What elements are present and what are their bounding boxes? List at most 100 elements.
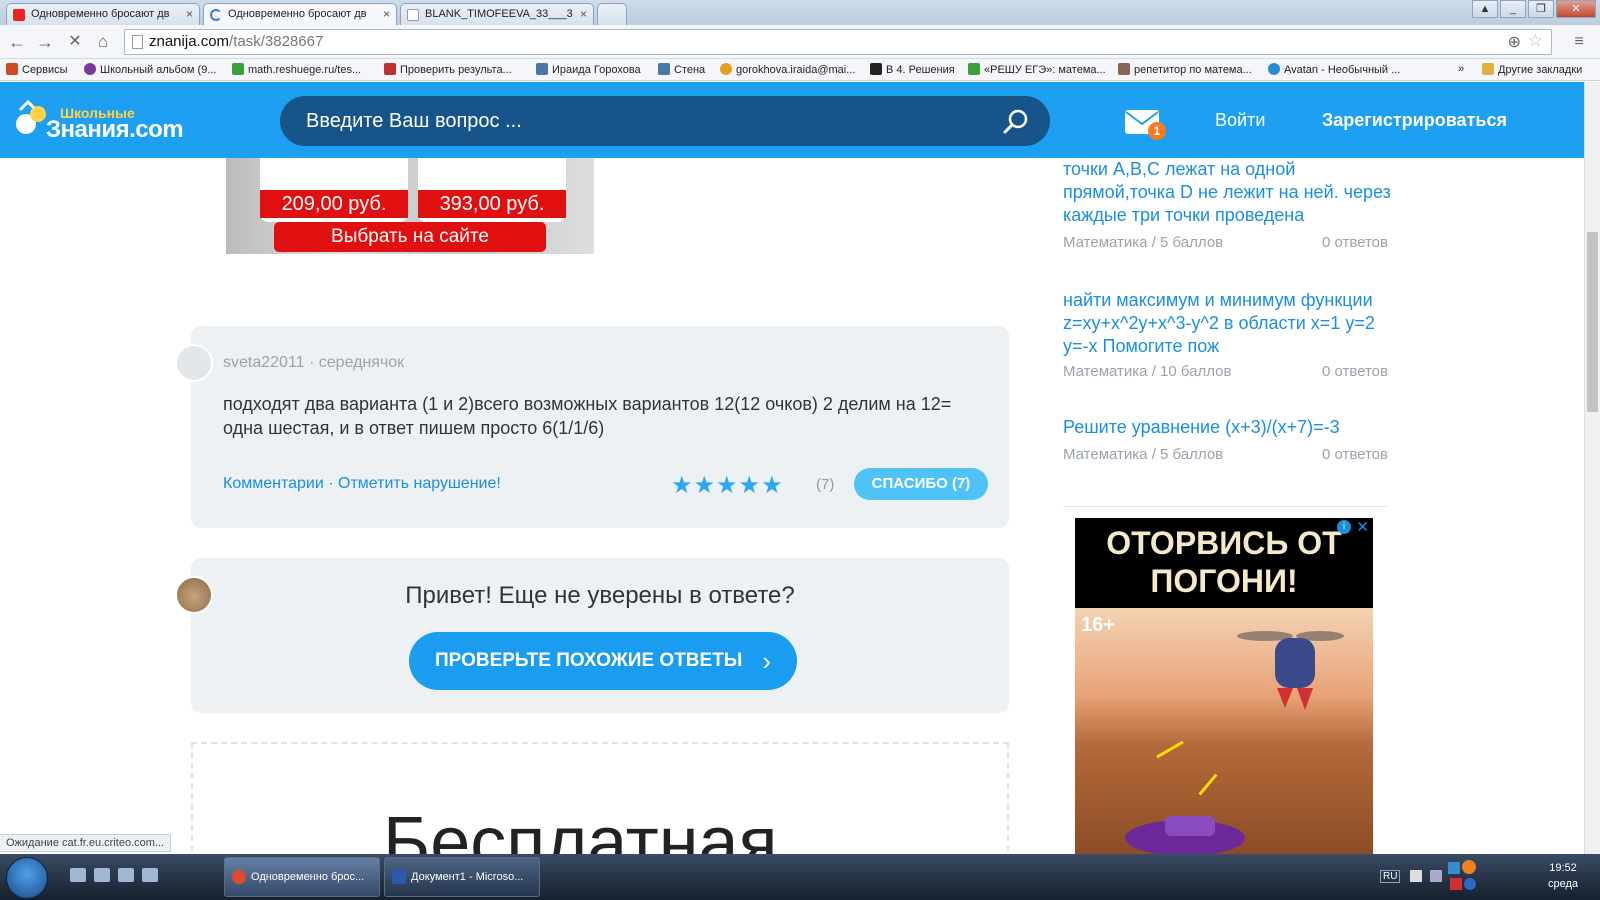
bookmark-item[interactable]: репетитор по матема... bbox=[1118, 63, 1252, 76]
bookmark-item[interactable]: В 4. Решения bbox=[870, 63, 955, 76]
question-link[interactable]: найти максимум и минимум функции z=xy+x^… bbox=[1063, 289, 1393, 358]
bookmark-item[interactable]: «РЕШУ ЕГЭ»: матема... bbox=[968, 63, 1106, 76]
word-icon bbox=[392, 870, 406, 884]
drone-icon bbox=[1237, 631, 1344, 710]
rating-stars-icon[interactable]: ★★★★★ bbox=[671, 471, 784, 499]
start-button[interactable] bbox=[6, 857, 48, 899]
tray-icon[interactable] bbox=[1462, 860, 1476, 874]
page-scrollbar[interactable] bbox=[1584, 82, 1600, 854]
close-icon[interactable]: ✕ bbox=[1356, 518, 1369, 536]
tray-icon[interactable] bbox=[1448, 862, 1460, 874]
maximize-button[interactable]: ❐ bbox=[1528, 0, 1554, 18]
menu-icon[interactable]: ≡ bbox=[1568, 31, 1590, 53]
question-link[interactable]: точки A,B,C лежат на одной прямой,точка … bbox=[1063, 158, 1393, 227]
more-bookmarks-icon[interactable]: » bbox=[1458, 63, 1464, 75]
browser-tab-bar: Одновременно бросают дв × Одновременно б… bbox=[0, 0, 1600, 25]
tab-close-icon[interactable]: × bbox=[580, 7, 587, 21]
logo-title[interactable]: Знания.com bbox=[46, 116, 184, 144]
bookmark-item[interactable]: Avatan - Необычный ... bbox=[1268, 63, 1400, 76]
question-link[interactable]: Решите уравнение (x+3)/(x+7)=-3 bbox=[1063, 416, 1393, 439]
eye-icon bbox=[84, 63, 96, 75]
taskbar-item-chrome[interactable]: Одновременно брос... bbox=[224, 857, 380, 897]
tab-close-icon[interactable]: × bbox=[383, 7, 390, 21]
logo-icon[interactable] bbox=[14, 98, 48, 138]
switch-windows-icon[interactable] bbox=[94, 868, 110, 882]
product-card[interactable]: 209,00 руб. bbox=[260, 158, 408, 222]
bookmark-item[interactable]: Сервисы bbox=[6, 63, 68, 76]
thanks-button[interactable]: СПАСИБО (7) bbox=[854, 468, 988, 500]
bookmark-item[interactable]: Проверить результа... bbox=[384, 63, 512, 76]
register-link[interactable]: Зарегистрироваться bbox=[1322, 110, 1507, 131]
apps-icon bbox=[6, 63, 18, 75]
tray-icon[interactable] bbox=[1464, 878, 1476, 890]
stop-loading-icon[interactable]: ✕ bbox=[64, 31, 86, 53]
browser-toolbar: ← → ✕ ⌂ znanija.com/task/3828667 ⊕ ☆ ≡ bbox=[0, 25, 1600, 59]
answer-card: sveta22011 · середнячок подходят два вар… bbox=[175, 326, 1009, 528]
home-icon[interactable]: ⌂ bbox=[92, 31, 114, 53]
minimize-button[interactable]: _ bbox=[1500, 0, 1526, 18]
antivirus-icon[interactable] bbox=[1450, 878, 1462, 890]
network-icon[interactable] bbox=[1430, 870, 1442, 882]
price-label: 209,00 руб. bbox=[260, 190, 408, 218]
login-link[interactable]: Войти bbox=[1215, 110, 1265, 131]
sidebar-question: точки A,B,C лежат на одной прямой,точка … bbox=[1063, 158, 1393, 251]
yandex-favicon-icon bbox=[13, 9, 25, 21]
tab-close-icon[interactable]: × bbox=[186, 7, 193, 21]
bookmark-item[interactable]: gorokhova.iraida@mai... bbox=[720, 63, 855, 76]
clock[interactable]: 19:52 среда bbox=[1548, 860, 1578, 892]
show-desktop-icon[interactable] bbox=[70, 868, 86, 882]
bookmark-star-icon[interactable]: ☆ bbox=[1528, 31, 1543, 51]
ad-select-button[interactable]: Выбрать на сайте bbox=[274, 222, 546, 252]
address-bar[interactable]: znanija.com/task/3828667 ⊕ ☆ bbox=[124, 29, 1552, 55]
bookmark-item[interactable]: Стена bbox=[658, 63, 705, 76]
language-indicator[interactable]: RU bbox=[1380, 870, 1401, 883]
browser-tab[interactable]: Одновременно бросают дв × bbox=[6, 3, 200, 25]
browser-tab-active[interactable]: Одновременно бросают дв × bbox=[203, 3, 397, 25]
page-viewport: 209,00 руб. 393,00 руб. Выбрать на сайте… bbox=[0, 82, 1584, 854]
report-link[interactable]: Отметить нарушение! bbox=[338, 475, 501, 492]
sidebar-question: найти максимум и минимум функции z=xy+x^… bbox=[1063, 289, 1393, 380]
avatar[interactable] bbox=[175, 344, 213, 382]
bookmarks-bar: Сервисы Школьный альбом (9... math.reshu… bbox=[0, 59, 1600, 81]
notification-badge: 1 bbox=[1148, 122, 1166, 140]
answer-text: подходят два варианта (1 и 2)всего возмо… bbox=[223, 394, 952, 438]
bookmark-item[interactable]: Школьный альбом (9... bbox=[84, 63, 216, 76]
game-ad-banner[interactable]: ОТОРВИСЬ ОТ ПОГОНИ! 16+ i ✕ bbox=[1075, 518, 1373, 854]
avatan-icon bbox=[1268, 63, 1280, 75]
search-bar[interactable]: Введите Ваш вопрос ... bbox=[280, 96, 1050, 146]
check-similar-label: ПРОВЕРЬТЕ ПОХОЖИЕ ОТВЕТЫ bbox=[435, 650, 743, 671]
browser-tab[interactable]: BLANK_TIMOFEEVA_33___3 × bbox=[400, 3, 594, 25]
check-similar-button[interactable]: ПРОВЕРЬТЕ ПОХОЖИЕ ОТВЕТЫ › bbox=[409, 632, 797, 690]
quicklaunch-icon[interactable] bbox=[118, 868, 134, 882]
scrollbar-thumb[interactable] bbox=[1587, 232, 1598, 412]
bookmark-item[interactable]: Ираида Горохова bbox=[536, 63, 641, 76]
zoom-icon[interactable]: ⊕ bbox=[1508, 32, 1521, 52]
comments-link[interactable]: Комментарии bbox=[223, 475, 324, 492]
document-favicon-icon bbox=[407, 9, 419, 21]
question-meta: Математика / 5 баллов 0 ответов bbox=[1063, 234, 1388, 251]
help-icon[interactable] bbox=[1410, 870, 1422, 882]
taskbar-item-word[interactable]: Документ1 - Microso... bbox=[384, 857, 540, 897]
tank-icon bbox=[1125, 816, 1245, 854]
user-icon[interactable]: ▲ bbox=[1472, 0, 1498, 18]
search-icon[interactable] bbox=[1002, 108, 1030, 136]
clock-time: 19:52 bbox=[1549, 862, 1577, 874]
clock-day: среда bbox=[1547, 878, 1578, 890]
search-input[interactable]: Введите Ваш вопрос ... bbox=[306, 110, 522, 133]
helper-title: Привет! Еще не уверены в ответе? bbox=[405, 582, 795, 609]
product-card[interactable]: 393,00 руб. bbox=[418, 158, 566, 222]
back-arrow-icon[interactable]: ← bbox=[6, 31, 28, 53]
close-window-button[interactable]: ✕ bbox=[1556, 0, 1596, 18]
page-icon bbox=[132, 35, 143, 49]
vk-icon bbox=[536, 63, 548, 75]
quicklaunch-icon[interactable] bbox=[142, 868, 158, 882]
forward-arrow-icon[interactable]: → bbox=[34, 31, 56, 53]
product-ad-banner[interactable]: 209,00 руб. 393,00 руб. Выбрать на сайте bbox=[226, 158, 594, 254]
new-tab-button[interactable] bbox=[597, 3, 627, 25]
bookmark-item[interactable]: math.reshuege.ru/tes... bbox=[232, 63, 361, 76]
promo-heading: Бесплатная bbox=[383, 803, 778, 854]
other-bookmarks-folder[interactable]: Другие закладки bbox=[1482, 63, 1582, 76]
info-icon[interactable]: i bbox=[1337, 520, 1351, 534]
author-name[interactable]: sveta22011 bbox=[223, 354, 305, 371]
question-meta: Математика / 10 баллов 0 ответов bbox=[1063, 363, 1388, 380]
